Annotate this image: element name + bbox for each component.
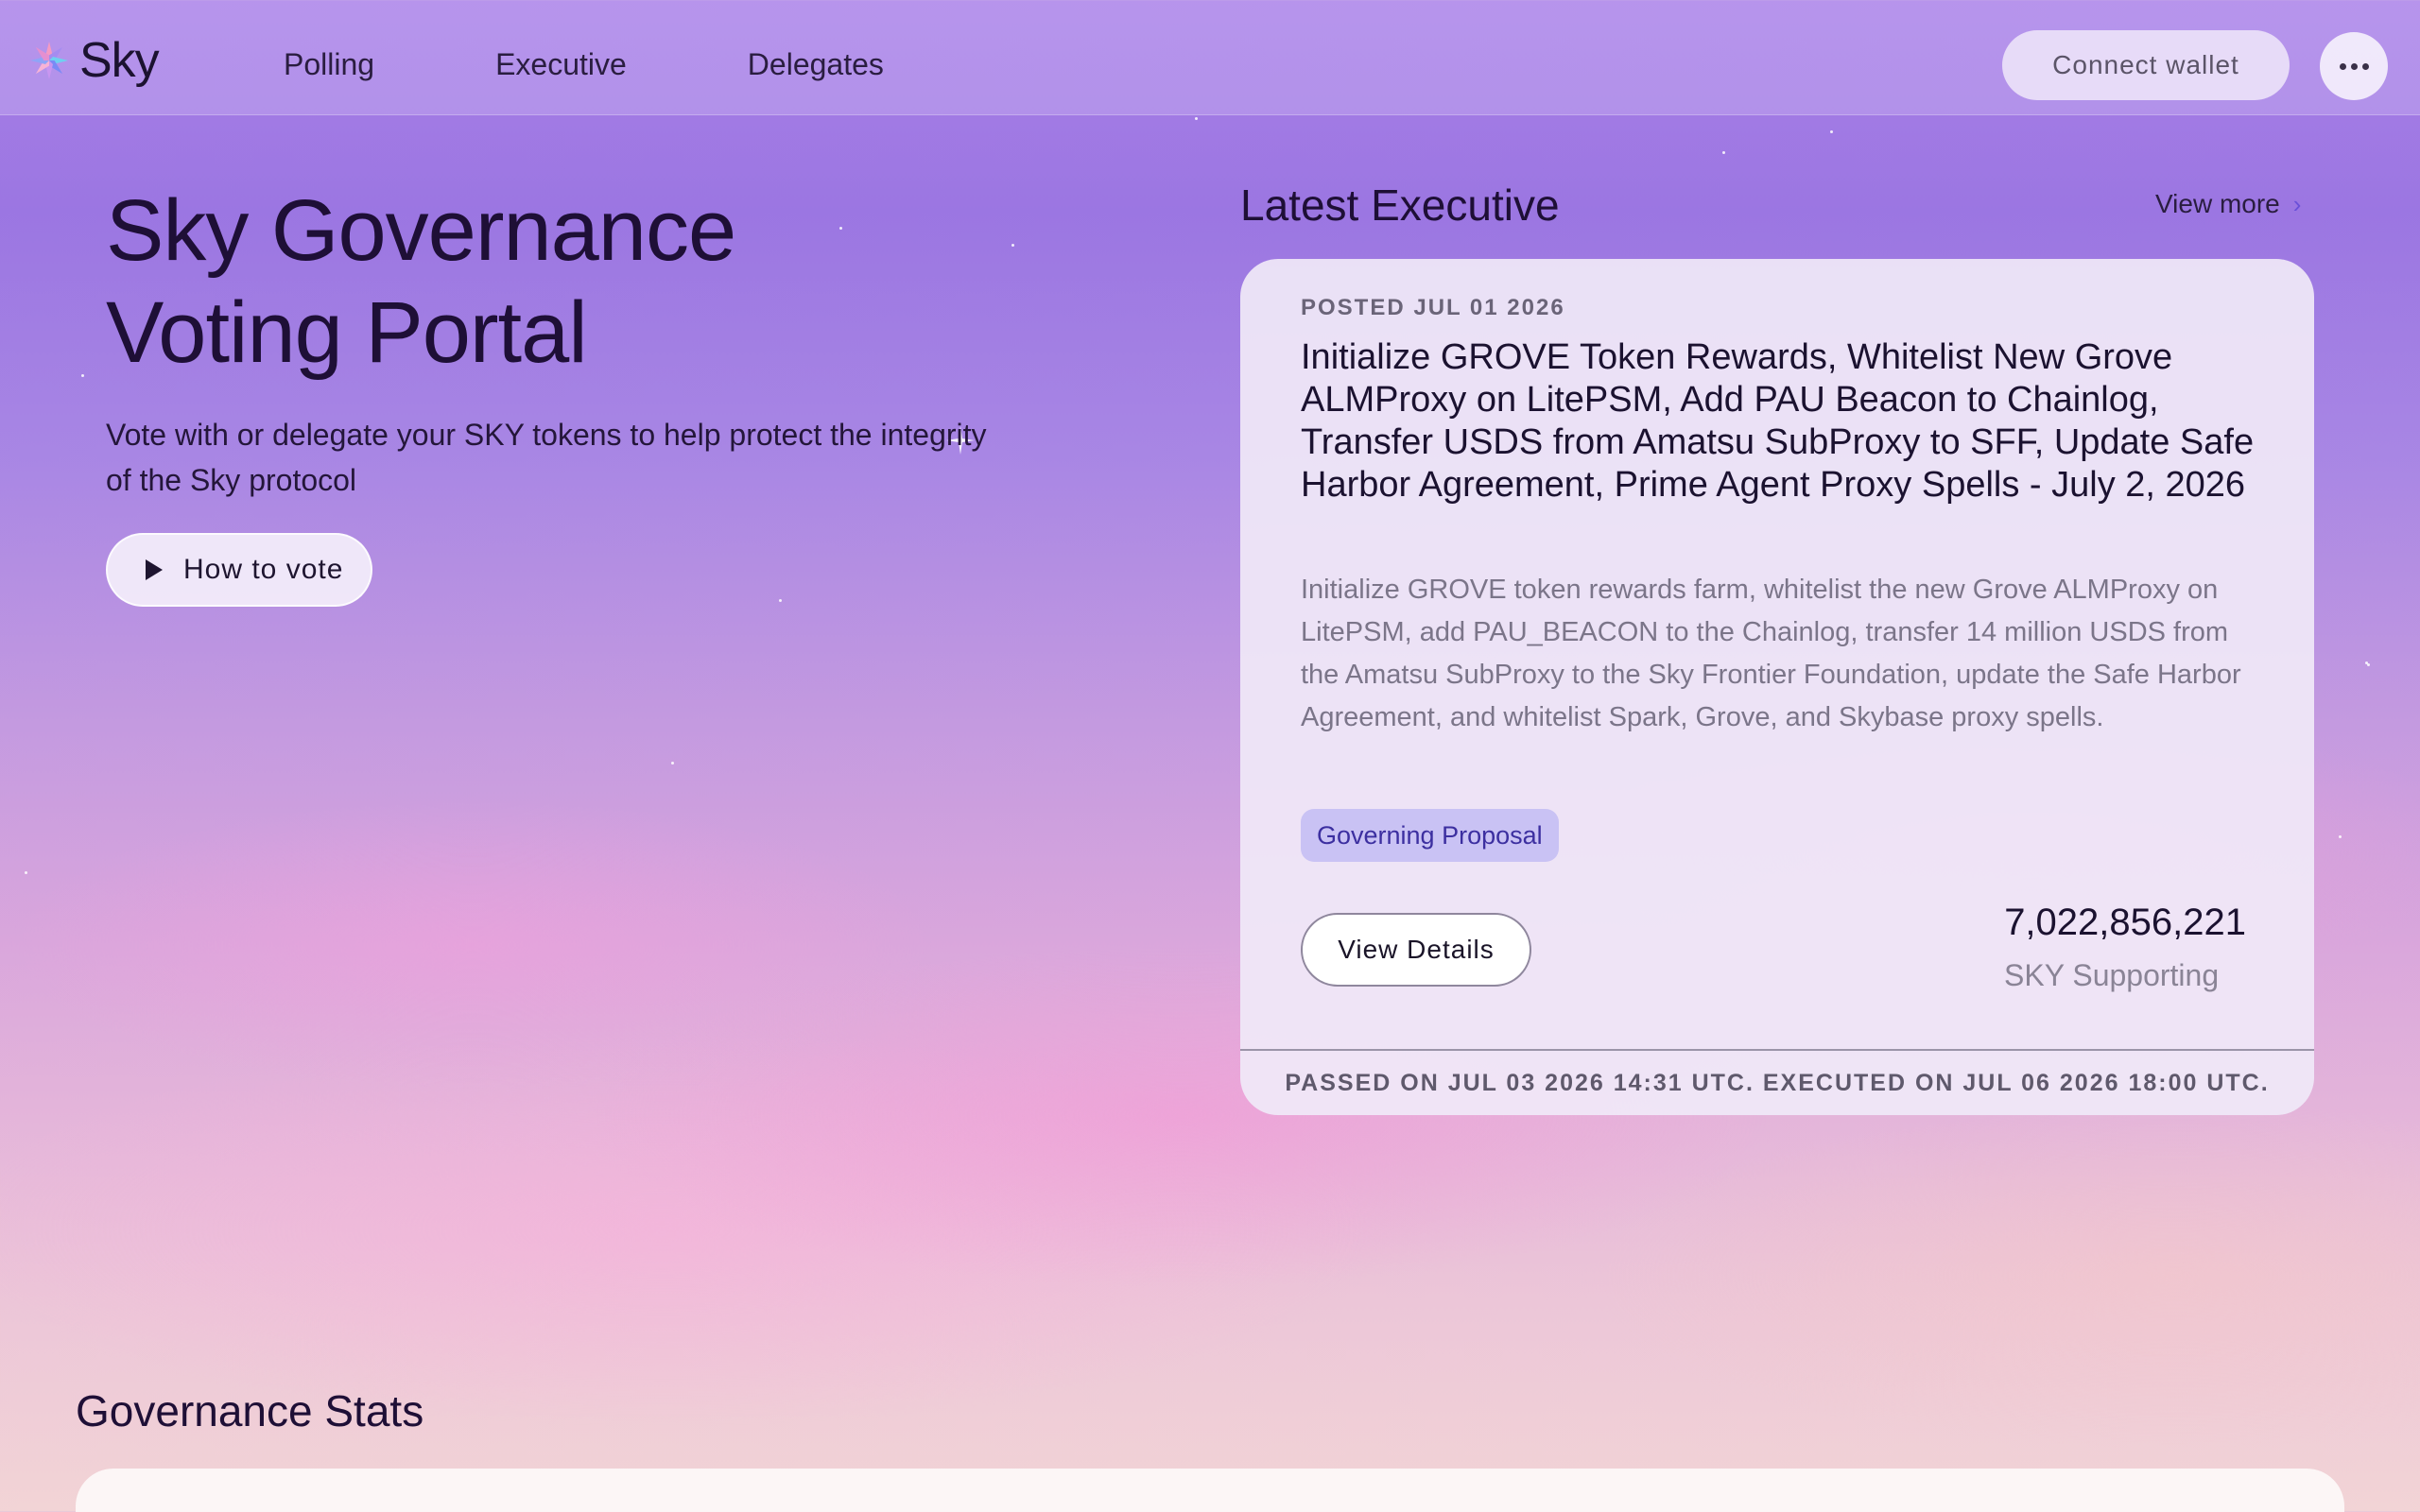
star-decoration xyxy=(1722,151,1725,154)
executive-title: Initialize GROVE Token Rewards, Whitelis… xyxy=(1301,337,2255,505)
ellipsis-icon xyxy=(2339,62,2369,70)
supporting-amount: 7,022,856,221 xyxy=(2004,902,2246,943)
star-decoration xyxy=(2339,835,2342,838)
page-title: Sky Governance Voting Portal xyxy=(106,182,736,381)
posted-date: POSTED JUL 01 2026 xyxy=(1301,295,1565,320)
view-more-label: View more xyxy=(2155,189,2280,218)
latest-executive-heading: Latest Executive xyxy=(1240,180,1560,230)
nav-item-delegates[interactable]: Delegates xyxy=(748,47,884,82)
how-to-vote-label: How to vote xyxy=(183,554,344,585)
supporting-label: SKY Supporting xyxy=(2004,958,2220,992)
star-decoration xyxy=(81,374,84,377)
executive-description: Initialize GROVE token rewards farm, whi… xyxy=(1301,575,2241,732)
star-decoration xyxy=(1830,130,1833,133)
star-decoration xyxy=(671,762,674,765)
how-to-vote-button[interactable]: How to vote xyxy=(106,533,372,607)
sky-logo[interactable]: Sky xyxy=(28,32,160,89)
proposal-type-badge: Governing Proposal xyxy=(1301,809,1559,862)
sky-logo-icon xyxy=(30,42,68,79)
main-nav: Polling Executive Delegates xyxy=(284,47,884,82)
chevron-right-icon: › xyxy=(2292,189,2302,218)
star-decoration xyxy=(1195,117,1198,120)
view-details-button[interactable]: View Details xyxy=(1301,913,1531,987)
connect-wallet-button[interactable]: Connect wallet xyxy=(2002,30,2290,100)
top-navigation-bar: Sky Polling Executive Delegates Connect … xyxy=(0,0,2420,115)
governance-stats-panel xyxy=(76,1469,2344,1512)
star-decoration xyxy=(25,871,27,874)
star-decoration xyxy=(1011,244,1014,247)
play-icon xyxy=(146,559,163,580)
star-decoration xyxy=(779,599,782,602)
execution-status: PASSED ON JUL 03 2026 14:31 UTC. EXECUTE… xyxy=(1240,1049,2314,1115)
governance-stats-heading: Governance Stats xyxy=(76,1386,424,1435)
star-decoration xyxy=(2365,662,2368,664)
executive-card: POSTED JUL 01 2026 Initialize GROVE Toke… xyxy=(1240,259,2314,1115)
more-options-button[interactable] xyxy=(2320,32,2388,100)
nav-item-polling[interactable]: Polling xyxy=(284,47,374,82)
view-more-link[interactable]: View more › xyxy=(2155,189,2301,219)
nav-item-executive[interactable]: Executive xyxy=(495,47,627,82)
brand-name: Sky xyxy=(79,33,160,88)
hero-subtitle: Vote with or delegate your SKY tokens to… xyxy=(106,418,987,497)
